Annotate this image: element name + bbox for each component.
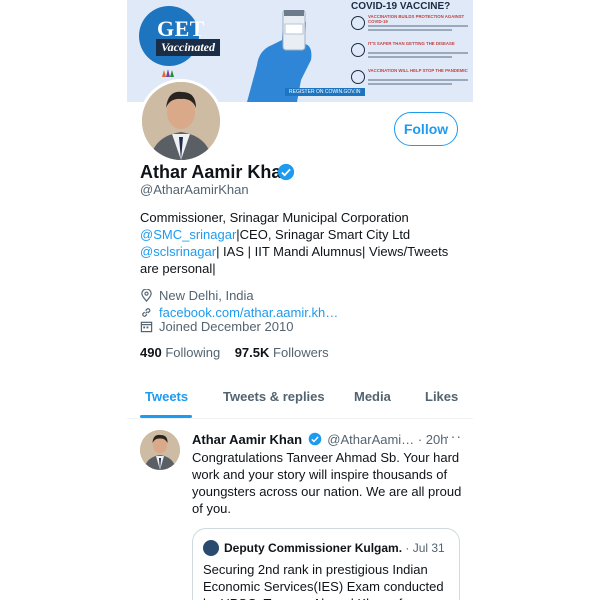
follow-counts: 490 Following 97.5K Followers	[140, 345, 329, 360]
followers-label: Followers	[273, 345, 329, 360]
profile-tabs: Tweets Tweets & replies Media Likes	[127, 382, 473, 418]
banner-info-text: VACCINATION BUILDS PROTECTION AGAINST CO…	[368, 14, 465, 24]
mention-link[interactable]: @SMC_srinagar	[140, 227, 236, 242]
tab-tweets-replies[interactable]: Tweets & replies	[223, 389, 325, 404]
following-count: 490	[140, 345, 162, 360]
tab-likes[interactable]: Likes	[425, 389, 458, 404]
tab-media[interactable]: Media	[354, 389, 391, 404]
banner-info-subtext	[368, 25, 468, 27]
profile-joined: Joined December 2010	[140, 319, 293, 334]
quoted-date: · Jul 31	[405, 541, 445, 555]
bio-line: @SMC_srinagar|CEO, Srinagar Smart City L…	[140, 226, 460, 243]
tweet-header: Athar Aamir Khan @AtharAami… · 20h	[192, 432, 447, 447]
follow-button[interactable]: Follow	[394, 112, 458, 146]
followers-link[interactable]: 97.5K Followers	[235, 345, 329, 360]
bio-text: | IAS | IIT Mandi Alumnus| Views/Tweets	[216, 244, 449, 259]
person-photo-image	[142, 82, 220, 160]
website-link[interactable]: facebook.com/athar.aamir.kh…	[159, 305, 338, 320]
tweet-author-handle[interactable]: @AtharAami…	[327, 432, 414, 447]
profile-avatar[interactable]	[139, 79, 223, 163]
location-text: New Delhi, India	[159, 288, 254, 303]
tweet-avatar[interactable]	[140, 430, 180, 470]
shield-icon	[351, 16, 365, 30]
following-label: Following	[165, 345, 221, 360]
profile-handle: @AtharAamirKhan	[140, 182, 249, 197]
followers-count: 97.5K	[234, 345, 270, 360]
tab-tweets[interactable]: Tweets	[145, 389, 188, 404]
profile-bio: Commissioner, Srinagar Municipal Corpora…	[140, 209, 460, 277]
banner-info-item: VACCINATION WILL HELP STOP THE PANDEMIC	[351, 68, 469, 95]
profile-website[interactable]: facebook.com/athar.aamir.kh…	[140, 305, 338, 320]
link-icon	[142, 308, 151, 317]
emblem-icon	[162, 69, 174, 77]
banner-info-subtext	[368, 83, 452, 85]
banner-info-text: VACCINATION WILL HELP STOP THE PANDEMIC	[368, 68, 468, 73]
quoted-author-name: Deputy Commissioner Kulgam.	[224, 541, 403, 555]
location-pin-icon	[141, 289, 152, 302]
banner-info-subtext	[368, 79, 468, 81]
banner-title: COVID-19 VACCINE?	[351, 1, 451, 12]
more-options-icon[interactable]: ···	[445, 428, 462, 444]
quoted-tweet-text: Securing 2nd rank in prestigious Indian …	[203, 562, 444, 600]
verified-badge-icon	[277, 163, 295, 181]
vaccinated-text: Vaccinated	[156, 39, 220, 56]
bio-line: are personal|	[140, 261, 216, 276]
bio-line: Commissioner, Srinagar Municipal Corpora…	[140, 210, 409, 225]
quoted-avatar	[203, 540, 219, 556]
verified-badge-icon	[308, 432, 321, 446]
hand-care-icon	[351, 43, 365, 57]
banner-info-list: VACCINATION BUILDS PROTECTION AGAINST CO…	[351, 14, 469, 95]
person-photo-image	[140, 430, 180, 470]
quoted-tweet[interactable]: Deputy Commissioner Kulgam. · Jul 31 Sec…	[192, 528, 460, 600]
bio-text: |CEO, Srinagar Smart City Ltd	[236, 227, 411, 242]
divider	[127, 418, 473, 419]
profile-name: Athar Aamir Khan	[140, 162, 293, 182]
bio-line: @sclsrinagar| IAS | IIT Mandi Alumnus| V…	[140, 243, 460, 260]
tweet-text: Congratulations Tanveer Ahmad Sb. Your h…	[192, 450, 462, 516]
calendar-icon	[140, 321, 153, 333]
quoted-tweet-header: Deputy Commissioner Kulgam. · Jul 31	[224, 541, 445, 555]
banner-info-subtext	[368, 56, 452, 58]
tweet-time[interactable]: · 20h	[418, 432, 448, 447]
joined-text: Joined December 2010	[159, 319, 294, 334]
banner-info-subtext	[368, 29, 452, 31]
get-vaccinated-badge: GET Vaccinated	[139, 6, 221, 76]
banner-info-item: VACCINATION BUILDS PROTECTION AGAINST CO…	[351, 14, 469, 41]
mention-link[interactable]: @sclsrinagar	[140, 244, 216, 259]
banner-info-item: IT'S SAFER THAN GETTING THE DISEASE	[351, 41, 469, 68]
profile-location: New Delhi, India	[140, 288, 254, 303]
tweet-author-name[interactable]: Athar Aamir Khan	[192, 432, 302, 447]
cowin-label: REGISTER ON COWIN.GOV.IN	[285, 88, 365, 96]
stop-icon	[351, 70, 365, 84]
banner-info-text: IT'S SAFER THAN GETTING THE DISEASE	[368, 41, 455, 46]
profile-screen: GET Vaccinated COVID-19 VACCINE? VACCINA…	[127, 0, 473, 600]
banner-info-subtext	[368, 52, 468, 54]
following-link[interactable]: 490 Following	[140, 345, 220, 360]
